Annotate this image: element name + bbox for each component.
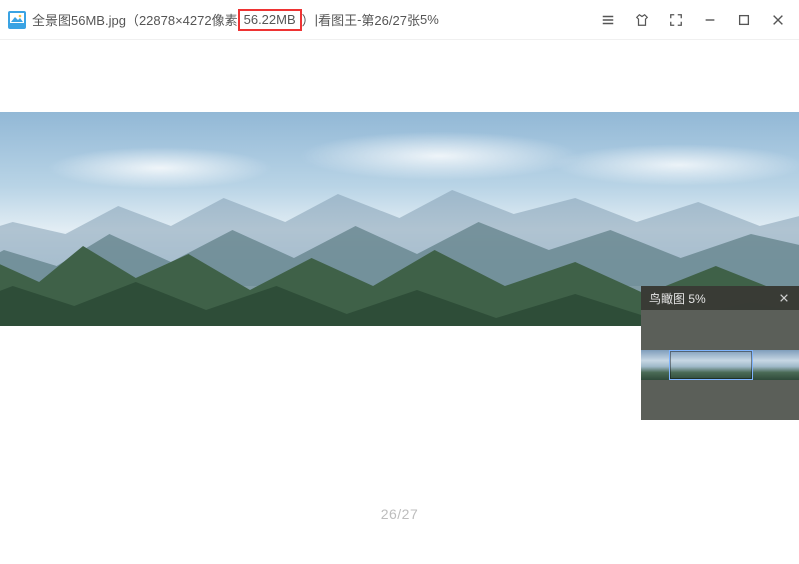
thumbnail-zoom: 5% xyxy=(685,292,706,306)
app-window: 全景图56MB.jpg （ 22878×4272像素 56.22MB ） | 看… xyxy=(0,0,799,564)
image-viewport[interactable]: 26/27 鸟瞰图 5% xyxy=(0,40,799,564)
thumbnail-header: 鸟瞰图 5% xyxy=(641,286,799,310)
title-position: 第26/27张 xyxy=(361,10,420,29)
thumbnail-close-icon[interactable] xyxy=(777,291,791,305)
skin-icon[interactable] xyxy=(633,11,651,29)
thumbnail-panel[interactable]: 鸟瞰图 5% xyxy=(641,286,799,420)
thumbnail-title: 鸟瞰图 5% xyxy=(649,290,706,307)
title-bar: 全景图56MB.jpg （ 22878×4272像素 56.22MB ） | 看… xyxy=(0,0,799,40)
title-close-paren: ） xyxy=(302,10,315,29)
page-indicator: 26/27 xyxy=(0,506,799,522)
thumbnail-body[interactable] xyxy=(641,310,799,420)
window-controls xyxy=(599,11,791,29)
title-text: 全景图56MB.jpg （ 22878×4272像素 56.22MB ） | 看… xyxy=(32,9,439,31)
maximize-icon[interactable] xyxy=(735,11,753,29)
minimize-icon[interactable] xyxy=(701,11,719,29)
title-dimensions: 22878×4272像素 xyxy=(139,10,238,29)
menu-icon[interactable] xyxy=(599,11,617,29)
title-zoom: 5% xyxy=(420,12,439,27)
fullscreen-icon[interactable] xyxy=(667,11,685,29)
title-filesize-highlighted: 56.22MB xyxy=(238,9,302,31)
title-filename: 全景图56MB.jpg xyxy=(32,10,126,29)
thumbnail-title-text: 鸟瞰图 xyxy=(649,292,685,306)
close-icon[interactable] xyxy=(769,11,787,29)
title-app-name: 看图王 xyxy=(318,10,357,29)
app-icon xyxy=(8,11,26,29)
title-open-paren: （ xyxy=(126,10,139,29)
thumbnail-viewport-rect[interactable] xyxy=(669,350,753,380)
